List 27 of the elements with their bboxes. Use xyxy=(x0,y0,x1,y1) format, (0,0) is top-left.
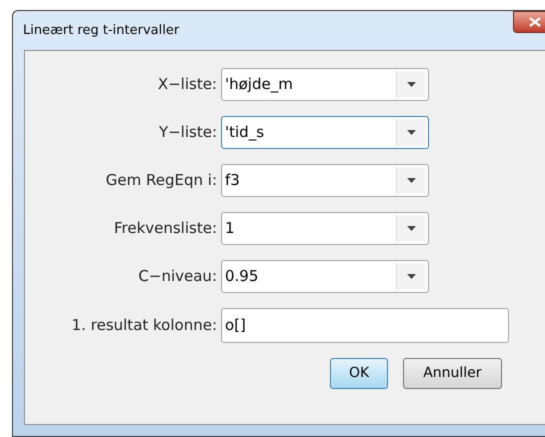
caret-icon xyxy=(407,226,416,231)
dialog-button[interactable]: OK xyxy=(330,358,388,389)
dropdown-button[interactable] xyxy=(396,215,426,242)
dropdown-button[interactable] xyxy=(396,119,426,146)
close-icon xyxy=(529,17,541,27)
field-label: Y−liste: xyxy=(158,122,218,144)
caret-icon xyxy=(407,274,416,279)
dropdown-field[interactable]: 'tid_s xyxy=(221,116,429,149)
close-button[interactable] xyxy=(513,11,545,33)
field-label: 1. resultat kolonne: xyxy=(70,315,218,336)
dropdown-button[interactable] xyxy=(396,71,426,98)
caret-icon xyxy=(407,178,416,183)
dropdown-field[interactable]: 1 xyxy=(221,212,429,245)
field-label: X−liste: xyxy=(156,74,218,96)
dropdown-field[interactable]: 'højde_m xyxy=(221,68,429,101)
field-label: Frekvensliste: xyxy=(112,218,218,240)
field-label: Gem RegEqn i: xyxy=(104,170,218,192)
dropdown-button[interactable] xyxy=(396,263,426,290)
field-label: C−niveau: xyxy=(137,266,218,288)
dropdown-button[interactable] xyxy=(396,167,426,194)
window-title: Lineært reg t-intervaller xyxy=(23,22,180,40)
dropdown-field[interactable]: f3 xyxy=(221,164,429,197)
caret-icon xyxy=(407,130,416,135)
dropdown-field[interactable]: 0.95 xyxy=(221,260,429,293)
dialog-button[interactable]: Annuller xyxy=(403,358,502,389)
caret-icon xyxy=(407,82,416,87)
input-field[interactable]: o[] xyxy=(221,308,509,343)
